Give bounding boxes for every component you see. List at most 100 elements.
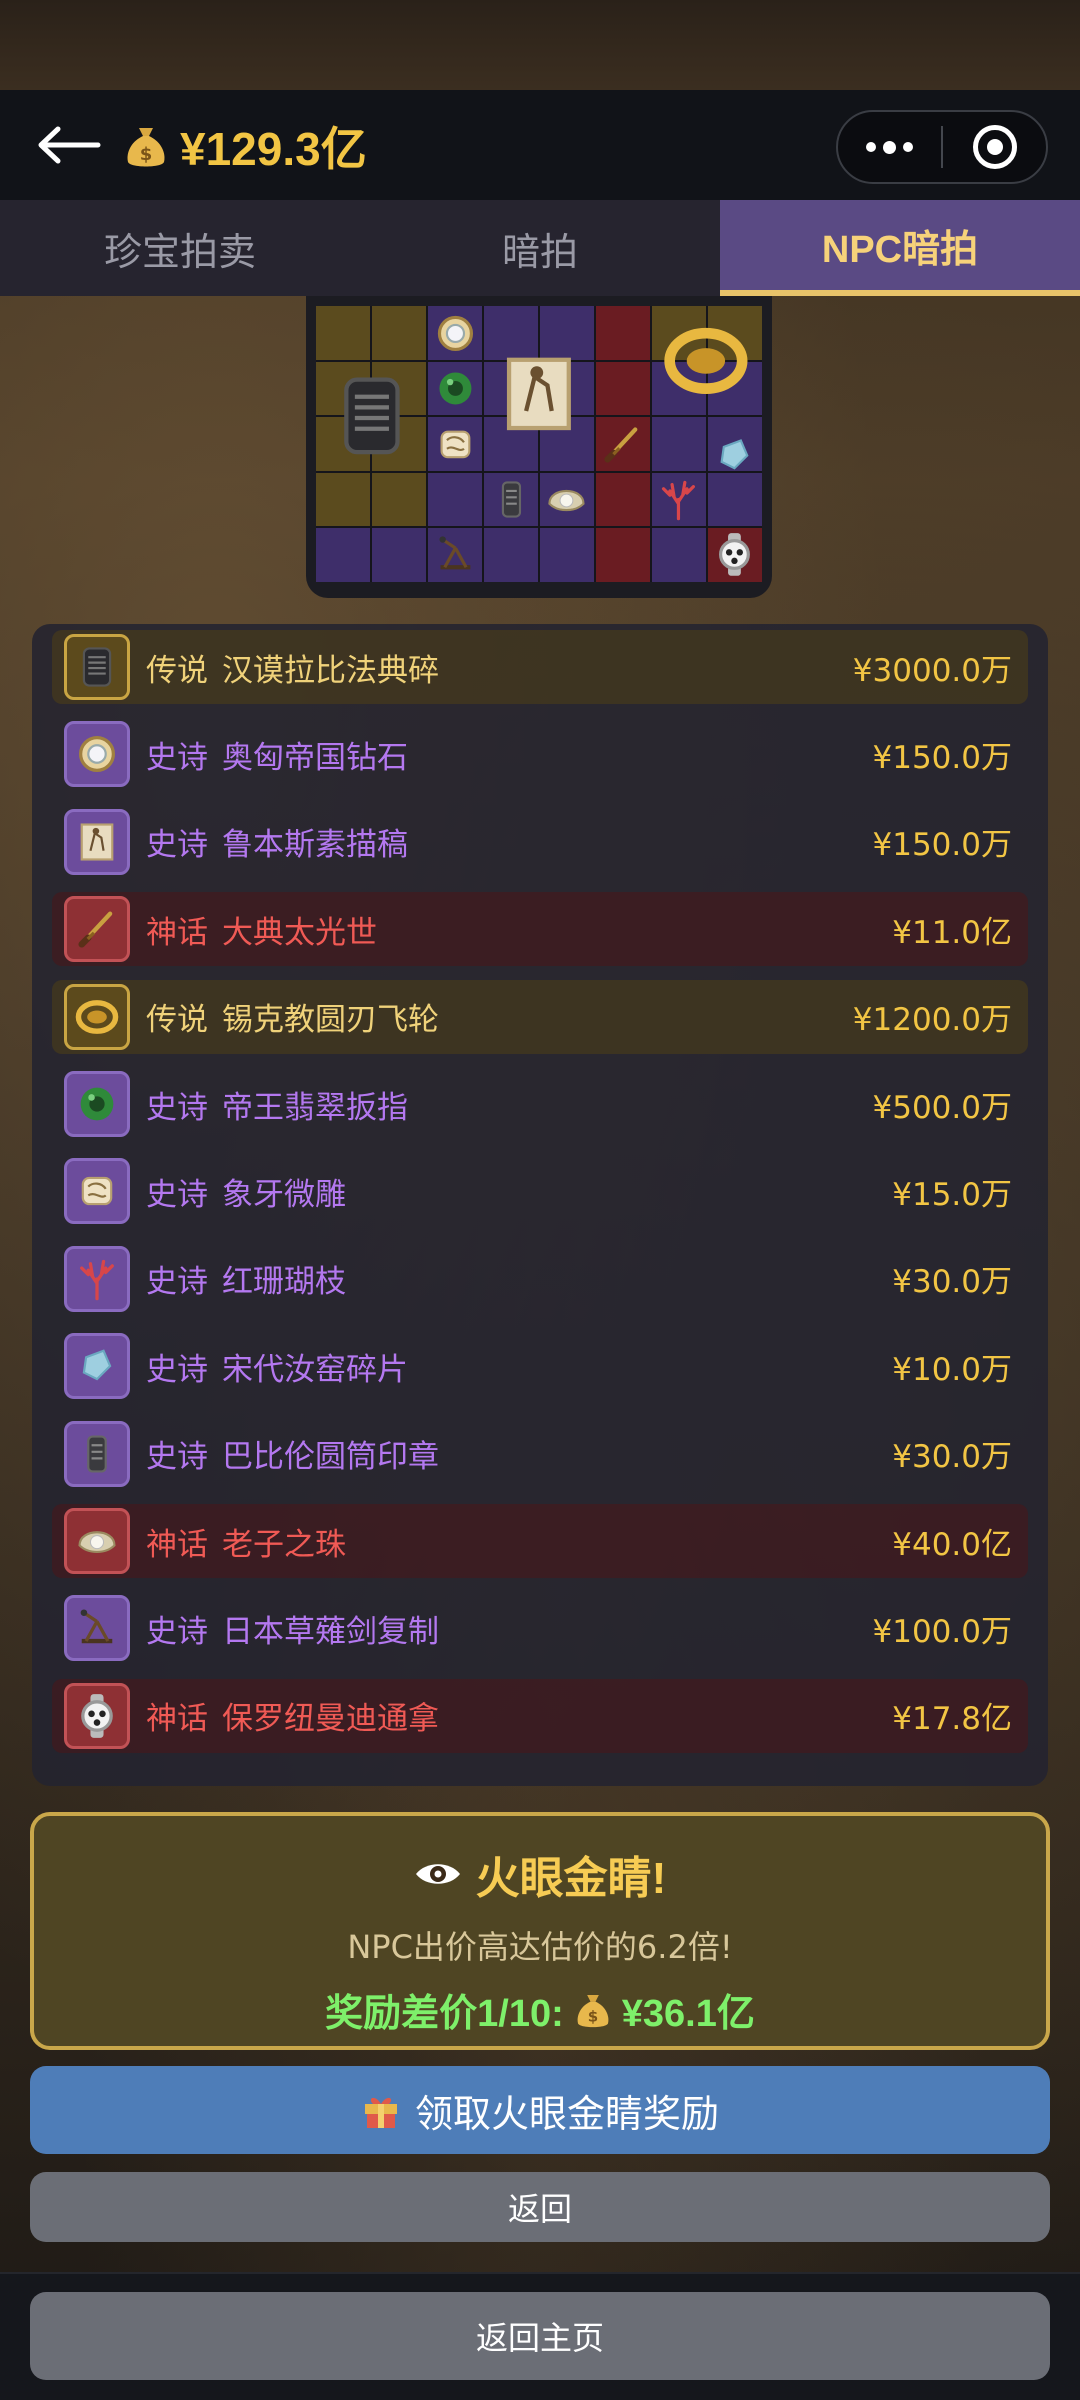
pearl-shell-icon — [78, 1531, 116, 1553]
item-icon-frame — [64, 1333, 130, 1400]
item-row[interactable]: 神话 大典太光世 ¥11.0亿 — [52, 892, 1028, 967]
grid-cell[interactable] — [484, 528, 538, 582]
stone-tablet-icon — [82, 647, 112, 687]
claim-reward-button[interactable]: 领取火眼金睛奖励 — [30, 2066, 1050, 2154]
grid-cell[interactable] — [372, 472, 426, 527]
item-row[interactable]: 史诗 巴比伦圆筒印章 ¥30.0万 — [52, 1417, 1028, 1491]
item-row[interactable]: 神话 老子之珠 ¥40.0亿 — [52, 1504, 1028, 1578]
ivory-carving-grid-item[interactable] — [428, 416, 484, 471]
grid-cell[interactable] — [372, 306, 426, 360]
item-icon-frame — [64, 1245, 130, 1312]
item-tier: 神话 — [146, 914, 208, 951]
top-bar: $ ¥129.3亿 — [0, 90, 1080, 200]
grid-cell[interactable] — [596, 361, 650, 416]
grid-cell[interactable] — [428, 472, 482, 527]
reward-title-text: 火眼金睛! — [475, 1854, 667, 1903]
item-tier: 史诗 — [146, 1439, 208, 1476]
sketch-icon — [507, 358, 571, 431]
grid-cell[interactable] — [316, 528, 370, 582]
grid-cell[interactable] — [596, 528, 650, 582]
cylinder-seal-grid-item[interactable] — [483, 472, 539, 527]
item-icon-frame — [64, 808, 130, 875]
item-row[interactable]: 史诗 帝王翡翠扳指 ¥500.0万 — [52, 1067, 1028, 1141]
item-name: 宋代汝窑碎片 — [222, 1351, 408, 1388]
item-price: ¥3000.0万 — [852, 652, 1012, 689]
diamond-brooch-icon — [79, 736, 115, 773]
grid-cell[interactable] — [316, 306, 370, 360]
grid-cell[interactable] — [540, 528, 594, 582]
watch-grid-item[interactable] — [706, 527, 762, 582]
porcelain-shard-grid-item[interactable] — [706, 427, 762, 482]
more-dot — [883, 140, 896, 154]
item-tier: 传说 — [146, 1002, 208, 1039]
pearl-shell-icon — [548, 489, 585, 511]
diamond-brooch-grid-item[interactable] — [428, 306, 484, 361]
back-button[interactable] — [34, 120, 104, 170]
tab-npc-blind-auction[interactable]: NPC暗拍 — [720, 200, 1080, 296]
item-icon-frame — [64, 1071, 130, 1137]
chakram-icon — [664, 328, 748, 395]
pearl-shell-grid-item[interactable] — [539, 472, 595, 527]
stone-tablet-icon — [344, 377, 400, 455]
sketch-icon — [80, 823, 114, 861]
item-row[interactable]: 史诗 日本草薙剑复制 ¥100.0万 — [52, 1591, 1028, 1665]
item-name: 汉谟拉比法典碎 — [222, 652, 439, 689]
tab-treasure-auction[interactable]: 珍宝拍卖 — [0, 200, 360, 296]
item-icon-frame — [64, 1682, 130, 1749]
item-name: 大典太光世 — [222, 914, 377, 951]
item-icon-frame — [64, 1158, 130, 1225]
item-name: 象牙微雕 — [222, 1176, 346, 1213]
item-row[interactable]: 传说 锡克教圆刃飞轮 ¥1200.0万 — [52, 979, 1028, 1054]
item-icon-frame — [64, 896, 130, 963]
item-price: ¥1200.0万 — [852, 1002, 1012, 1039]
grid-cell[interactable] — [372, 528, 426, 582]
stone-tablet-grid-item[interactable] — [316, 361, 428, 471]
item-row[interactable]: 神话 保罗纽曼迪通拿 ¥17.8亿 — [52, 1678, 1028, 1753]
close-mini-program-button[interactable] — [943, 112, 1046, 182]
item-row[interactable]: 史诗 宋代汝窑碎片 ¥10.0万 — [52, 1329, 1028, 1403]
grid-cell[interactable] — [596, 472, 650, 527]
inventory-grid — [316, 306, 762, 582]
item-row[interactable]: 传说 汉谟拉比法典碎 ¥3000.0万 — [52, 630, 1028, 704]
item-tier: 传说 — [146, 652, 208, 689]
porcelain-shard-icon — [82, 1349, 112, 1381]
chakram-icon — [75, 999, 119, 1034]
item-price: ¥40.0亿 — [892, 1526, 1012, 1563]
jade-ring-grid-item[interactable] — [428, 361, 484, 416]
diamond-brooch-icon — [437, 316, 473, 352]
gift-icon — [364, 2097, 397, 2128]
item-price: ¥11.0亿 — [892, 914, 1012, 951]
item-row[interactable]: 史诗 鲁本斯素描稿 ¥150.0万 — [52, 805, 1028, 879]
item-tier: 史诗 — [146, 1613, 208, 1650]
sketch-grid-item[interactable] — [483, 339, 595, 449]
reward-description: NPC出价高达估价的6.2倍! — [347, 1928, 733, 1966]
item-price: ¥500.0万 — [872, 1089, 1012, 1126]
grid-cell[interactable] — [316, 472, 370, 527]
item-icon-frame — [64, 721, 130, 788]
chakram-grid-item[interactable] — [651, 306, 763, 416]
item-name: 红珊瑚枝 — [222, 1264, 346, 1301]
catapult-grid-item[interactable] — [428, 527, 484, 582]
item-tier: 史诗 — [146, 1351, 208, 1388]
coral-grid-item[interactable] — [651, 472, 707, 527]
grid-cell[interactable] — [596, 306, 650, 360]
catapult-icon — [80, 1609, 113, 1644]
katana-grid-item[interactable] — [595, 416, 651, 471]
item-name: 保罗纽曼迪通拿 — [222, 1701, 439, 1738]
item-tier: 史诗 — [146, 1264, 208, 1301]
item-name: 鲁本斯素描稿 — [222, 827, 408, 864]
reward-title: 火眼金睛! — [414, 1842, 667, 1906]
back-button[interactable]: 返回 — [30, 2172, 1050, 2242]
grid-cell[interactable] — [652, 417, 706, 471]
coral-icon — [80, 1259, 114, 1301]
eye-icon — [415, 1864, 460, 1884]
item-row[interactable]: 史诗 奥匈帝国钻石 ¥150.0万 — [52, 717, 1028, 791]
home-button[interactable]: 返回主页 — [30, 2292, 1050, 2380]
more-menu-button[interactable] — [838, 112, 941, 182]
item-row[interactable]: 史诗 象牙微雕 ¥15.0万 — [52, 1154, 1028, 1228]
item-price: ¥30.0万 — [892, 1264, 1012, 1301]
item-name: 老子之珠 — [222, 1526, 346, 1563]
tab-blind-auction[interactable]: 暗拍 — [360, 200, 720, 296]
grid-cell[interactable] — [652, 528, 706, 582]
item-row[interactable]: 史诗 红珊瑚枝 ¥30.0万 — [52, 1242, 1028, 1316]
